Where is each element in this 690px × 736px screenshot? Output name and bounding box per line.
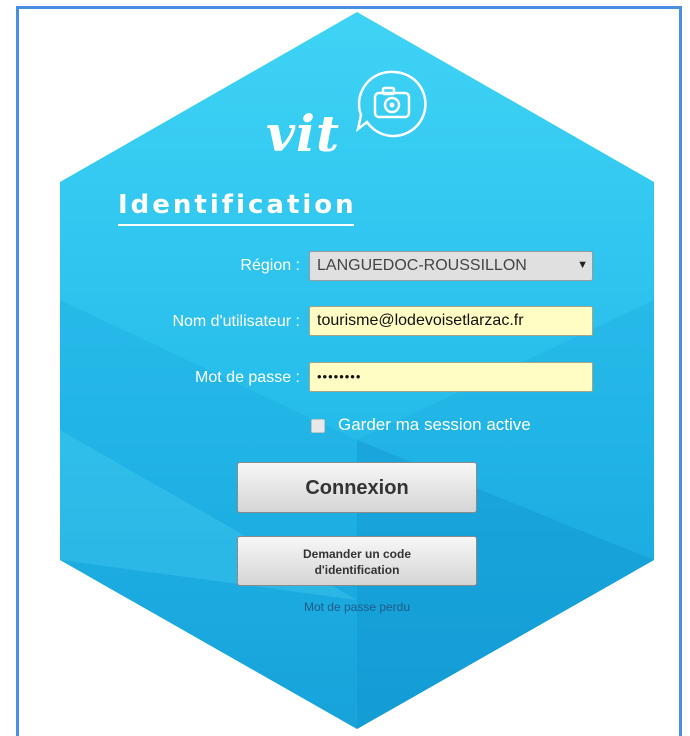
title-underline	[118, 224, 354, 226]
remember-session-label[interactable]: Garder ma session active	[338, 415, 531, 435]
lost-password-link[interactable]: Mot de passe perdu	[0, 600, 690, 614]
request-code-button[interactable]: Demander un code d'identification	[237, 536, 477, 586]
remember-session-checkbox[interactable]	[311, 419, 325, 433]
password-input[interactable]: ••••••••	[309, 362, 593, 392]
page-title: Identification	[118, 190, 357, 220]
camera-bubble-icon	[354, 66, 432, 144]
region-label: Région :	[240, 257, 300, 274]
login-button[interactable]: Connexion	[237, 462, 477, 513]
username-label: Nom d'utilisateur :	[172, 313, 300, 330]
region-select-value: LANGUEDOC-ROUSSILLON	[317, 257, 527, 274]
request-code-line2: d'identification	[314, 563, 400, 577]
username-input[interactable]: tourisme@lodevoisetlarzac.fr	[309, 306, 593, 336]
request-code-line1: Demander un code	[302, 547, 412, 561]
password-label: Mot de passe :	[195, 369, 300, 386]
dropdown-arrow-icon: ▼	[577, 259, 588, 271]
region-select[interactable]: LANGUEDOC-ROUSSILLON ▼	[309, 251, 593, 281]
logo-text: vit	[266, 104, 341, 163]
